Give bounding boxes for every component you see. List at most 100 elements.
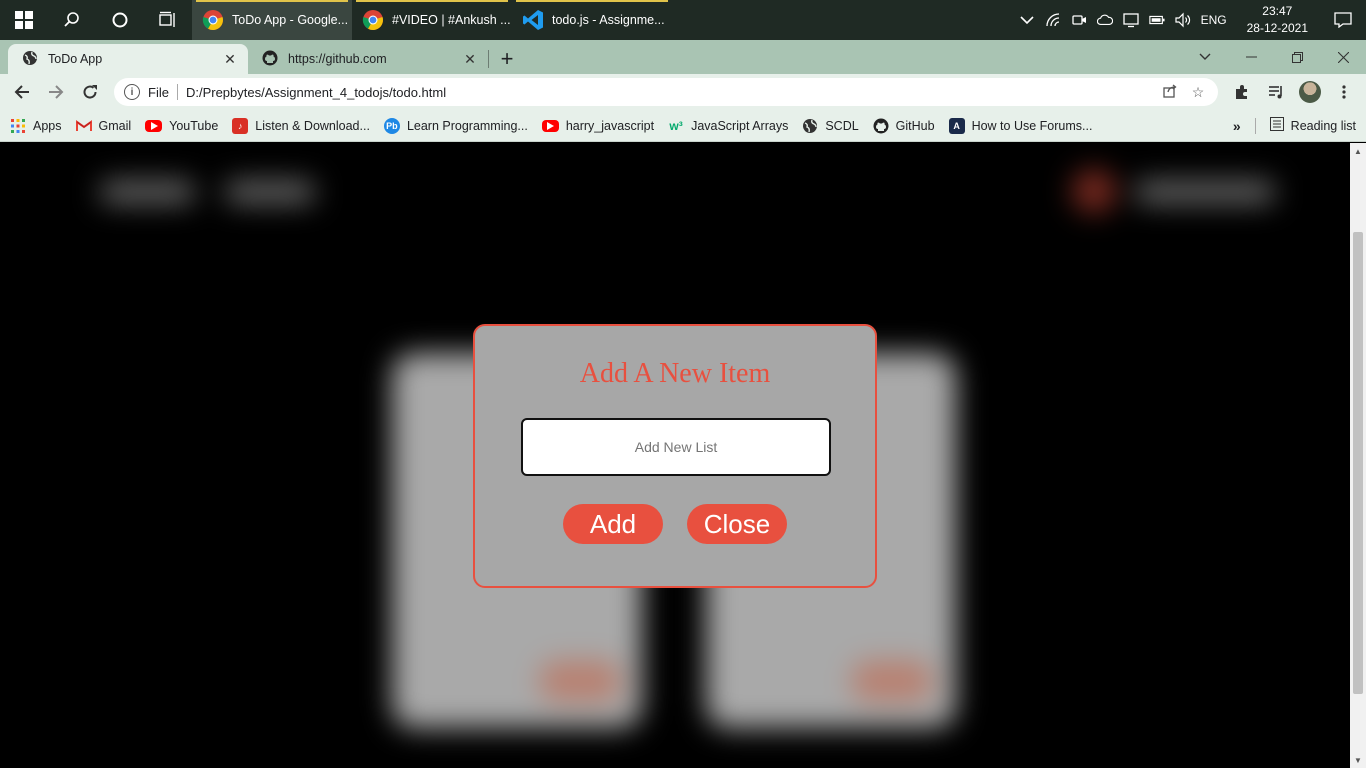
globe-icon	[802, 118, 818, 134]
add-button[interactable]: Add	[563, 504, 663, 544]
w3-icon: w³	[669, 118, 683, 133]
blurred-card-button	[540, 661, 620, 701]
bookmarks-divider	[1254, 117, 1256, 134]
media-queue-icon[interactable]	[1262, 78, 1290, 106]
bookmark-label: Learn Programming...	[406, 118, 528, 133]
chrome-icon	[202, 9, 224, 31]
close-button[interactable]: Close	[687, 504, 787, 544]
reading-list-icon	[1269, 117, 1284, 134]
more-bookmarks-icon[interactable]: »	[1233, 118, 1241, 134]
taskbar-app-label: ToDo App - Google...	[232, 13, 349, 27]
globe-icon	[22, 50, 38, 69]
pb-icon: Pb	[383, 117, 400, 134]
bookmark-listen-download[interactable]: ♪ Listen & Download...	[232, 117, 370, 134]
tab-search-icon[interactable]	[1182, 40, 1228, 74]
youtube-icon	[145, 119, 163, 132]
menu-kebab-icon[interactable]	[1330, 78, 1358, 106]
site-info-icon[interactable]: i	[124, 84, 140, 100]
forum-icon: A	[948, 117, 965, 134]
close-tab-icon[interactable]: ✕	[462, 51, 478, 68]
bookmark-label: harry_javascript	[565, 118, 655, 133]
task-view-icon[interactable]	[144, 0, 192, 40]
meet-now-icon[interactable]	[1071, 12, 1087, 28]
bookmark-scdl[interactable]: SCDL	[802, 118, 859, 134]
reload-icon[interactable]	[76, 78, 104, 106]
bookmark-label: SCDL	[825, 118, 859, 133]
windows-taskbar: ToDo App - Google... #VIDEO | #Ankush ..…	[0, 0, 1366, 40]
taskbar-app-chrome-video[interactable]: #VIDEO | #Ankush ...	[352, 0, 512, 40]
cortana-icon[interactable]	[96, 0, 144, 40]
chrome-icon	[362, 9, 384, 31]
browser-tab-strip: ToDo App ✕ https://github.com ✕ +	[0, 40, 1366, 74]
bookmark-gmail[interactable]: Gmail	[75, 118, 132, 134]
taskbar-app-chrome-todo[interactable]: ToDo App - Google...	[192, 0, 352, 40]
gmail-icon	[75, 118, 92, 134]
close-window-button[interactable]	[1320, 40, 1366, 74]
back-arrow-icon[interactable]	[8, 78, 36, 106]
minimize-button[interactable]	[1228, 40, 1274, 74]
bookmark-apps[interactable]: Apps	[10, 118, 62, 134]
reading-list-button[interactable]: Reading list	[1269, 117, 1356, 134]
forward-arrow-icon[interactable]	[42, 78, 70, 106]
address-divider	[176, 84, 178, 100]
search-icon[interactable]	[48, 0, 96, 40]
bookmark-label: How to Use Forums...	[971, 118, 1093, 133]
bookmarks-bar: Apps Gmail YouTube ♪ Listen & Download..…	[0, 110, 1366, 142]
bookmark-forums[interactable]: A How to Use Forums...	[948, 117, 1093, 134]
bookmark-youtube[interactable]: YouTube	[145, 119, 218, 133]
clock-time: 23:47	[1262, 4, 1293, 18]
bookmark-learn-programming[interactable]: Pb Learn Programming...	[383, 117, 528, 134]
display-icon[interactable]	[1122, 12, 1139, 28]
profile-avatar[interactable]	[1296, 78, 1324, 106]
volume-icon[interactable]	[1174, 12, 1191, 28]
taskbar-app-label: todo.js - Assignme...	[552, 13, 665, 27]
blurred-header-text	[1135, 181, 1275, 203]
page-scrollbar[interactable]: ▲ ▼	[1350, 143, 1366, 768]
blurred-card-button	[852, 661, 932, 701]
bookmark-label: Apps	[33, 118, 62, 133]
bookmark-harry-javascript[interactable]: harry_javascript	[541, 118, 655, 133]
notifications-icon[interactable]	[1328, 12, 1358, 28]
reading-list-label: Reading list	[1290, 118, 1356, 133]
window-controls	[1182, 40, 1366, 74]
bookmark-javascript-arrays[interactable]: w³ JavaScript Arrays	[668, 118, 788, 134]
language-indicator[interactable]: ENG	[1201, 13, 1227, 27]
add-item-modal: Add A New Item Add Close	[473, 324, 877, 588]
extensions-icon[interactable]	[1228, 78, 1256, 106]
bookmarks-bar-right: » Reading list	[1233, 117, 1356, 134]
avatar	[1299, 81, 1321, 103]
bookmark-label: YouTube	[169, 118, 219, 133]
close-tab-icon[interactable]: ✕	[222, 51, 238, 68]
blurred-header-badge	[1072, 169, 1116, 213]
bookmark-star-icon[interactable]: ☆	[1188, 84, 1208, 101]
windows-start-icon[interactable]	[0, 0, 48, 40]
scrollbar-thumb[interactable]	[1353, 232, 1363, 694]
restore-button[interactable]	[1274, 40, 1320, 74]
bookmark-github[interactable]: GitHub	[873, 118, 935, 134]
bookmark-label: GitHub	[895, 118, 935, 133]
vscode-icon	[522, 9, 544, 31]
url-text[interactable]: D:/Prepbytes/Assignment_4_todojs/todo.ht…	[186, 85, 1152, 100]
onedrive-icon[interactable]	[1096, 12, 1113, 28]
music-icon: ♪	[232, 117, 249, 134]
scroll-up-icon[interactable]: ▲	[1350, 143, 1366, 159]
wifi-icon[interactable]	[1045, 12, 1061, 28]
taskbar-clock[interactable]: 23:47 28-12-2021	[1237, 3, 1318, 37]
share-icon[interactable]	[1160, 83, 1180, 102]
scroll-down-icon[interactable]: ▼	[1350, 752, 1366, 768]
bookmark-label: Gmail	[98, 118, 132, 133]
tab-github[interactable]: https://github.com ✕	[248, 44, 488, 74]
github-icon	[873, 118, 889, 134]
chevron-up-icon[interactable]	[1019, 12, 1035, 28]
youtube-icon	[541, 119, 559, 132]
battery-icon[interactable]	[1148, 12, 1165, 28]
tab-title: ToDo App	[48, 52, 103, 66]
new-list-input[interactable]	[521, 418, 831, 476]
tab-title: https://github.com	[288, 52, 387, 66]
new-tab-button[interactable]: +	[489, 44, 525, 74]
address-bar[interactable]: i File D:/Prepbytes/Assignment_4_todojs/…	[114, 78, 1218, 106]
taskbar-app-vscode[interactable]: todo.js - Assignme...	[512, 0, 672, 40]
tab-todo-app[interactable]: ToDo App ✕	[8, 44, 248, 74]
apps-grid-icon	[10, 118, 26, 134]
system-tray: ENG 23:47 28-12-2021	[1019, 0, 1366, 40]
